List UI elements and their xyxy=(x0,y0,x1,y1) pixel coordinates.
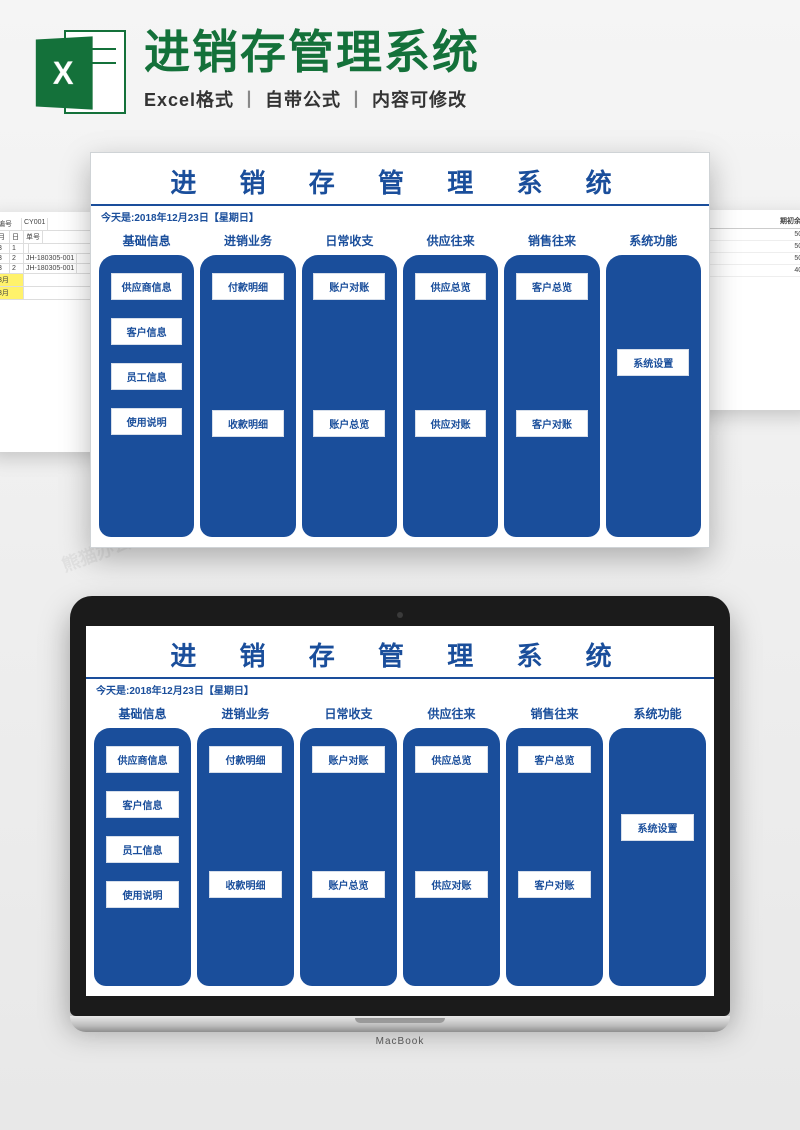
laptop-camera-icon xyxy=(397,612,403,618)
menu-column: 基础信息供应商信息客户信息员工信息使用说明 xyxy=(94,703,191,986)
menu-grid: 基础信息供应商信息客户信息员工信息使用说明进销业务付款明细收款明细日常收支账户对… xyxy=(86,703,714,996)
menu-button[interactable]: 系统设置 xyxy=(621,814,694,841)
menu-button[interactable]: 使用说明 xyxy=(111,408,183,435)
menu-column-panel: 供应总览供应对账 xyxy=(403,255,498,537)
menu-column: 供应往来供应总览供应对账 xyxy=(403,230,498,537)
menu-column: 进销业务付款明细收款明细 xyxy=(200,230,295,537)
menu-column-header: 进销业务 xyxy=(224,232,272,249)
menu-column: 系统功能系统设置 xyxy=(609,703,706,986)
menu-button[interactable]: 客户信息 xyxy=(106,791,179,818)
menu-button[interactable]: 客户总览 xyxy=(518,746,591,773)
sheet-title: 进 销 存 管 理 系 统 xyxy=(91,153,709,206)
menu-column: 日常收支账户对账账户总览 xyxy=(302,230,397,537)
laptop-mockup: 进 销 存 管 理 系 统 今天是:2018年12月23日【星期日】 基础信息供… xyxy=(70,596,730,1047)
menu-button[interactable]: 员工信息 xyxy=(111,363,183,390)
menu-button[interactable]: 使用说明 xyxy=(106,881,179,908)
menu-column-panel: 供应商信息客户信息员工信息使用说明 xyxy=(99,255,194,537)
menu-button[interactable]: 系统设置 xyxy=(617,349,689,376)
menu-button[interactable]: 供应商信息 xyxy=(106,746,179,773)
menu-column-panel: 供应商信息客户信息员工信息使用说明 xyxy=(94,728,191,986)
menu-button[interactable]: 供应对账 xyxy=(415,410,487,437)
main-spreadsheet-preview-laptop: 进 销 存 管 理 系 统 今天是:2018年12月23日【星期日】 基础信息供… xyxy=(86,626,714,996)
menu-column-header: 日常收支 xyxy=(325,232,373,249)
menu-column-header: 销售往来 xyxy=(528,232,576,249)
menu-column-panel: 系统设置 xyxy=(609,728,706,986)
laptop-brand-label: MacBook xyxy=(70,1036,730,1047)
menu-button[interactable]: 收款明细 xyxy=(212,410,284,437)
menu-column-panel: 系统设置 xyxy=(606,255,701,537)
menu-column-header: 基础信息 xyxy=(118,705,166,722)
excel-file-icon: X xyxy=(34,28,126,120)
menu-column: 供应往来供应总览供应对账 xyxy=(403,703,500,986)
menu-column: 销售往来客户总览客户对账 xyxy=(504,230,599,537)
menu-column-panel: 付款明细收款明细 xyxy=(200,255,295,537)
menu-column-header: 基础信息 xyxy=(123,232,171,249)
menu-button[interactable]: 员工信息 xyxy=(106,836,179,863)
hero-title: 进销存管理系统 xyxy=(144,28,766,76)
menu-button[interactable]: 账户总览 xyxy=(312,871,385,898)
menu-column: 基础信息供应商信息客户信息员工信息使用说明 xyxy=(99,230,194,537)
menu-column: 系统功能系统设置 xyxy=(606,230,701,537)
sheet-date-line: 今天是:2018年12月23日【星期日】 xyxy=(91,206,709,230)
menu-button[interactable]: 账户对账 xyxy=(312,746,385,773)
menu-column-panel: 客户总览客户对账 xyxy=(504,255,599,537)
menu-button[interactable]: 客户信息 xyxy=(111,318,183,345)
menu-column-header: 进销业务 xyxy=(221,705,269,722)
menu-column-header: 系统功能 xyxy=(629,232,677,249)
sheet-title: 进 销 存 管 理 系 统 xyxy=(86,626,714,679)
menu-column-panel: 账户对账账户总览 xyxy=(302,255,397,537)
main-spreadsheet-preview: 进 销 存 管 理 系 统 今天是:2018年12月23日【星期日】 基础信息供… xyxy=(90,152,710,548)
menu-column-header: 供应往来 xyxy=(427,705,475,722)
menu-column-panel: 账户对账账户总览 xyxy=(300,728,397,986)
menu-column: 销售往来客户总览客户对账 xyxy=(506,703,603,986)
sheet-date-line: 今天是:2018年12月23日【星期日】 xyxy=(86,679,714,703)
menu-column-panel: 付款明细收款明细 xyxy=(197,728,294,986)
menu-button[interactable]: 客户总览 xyxy=(516,273,588,300)
menu-button[interactable]: 供应总览 xyxy=(415,273,487,300)
hero-subtitle: Excel格式丨自带公式丨内容可修改 xyxy=(144,86,766,112)
menu-column: 进销业务付款明细收款明细 xyxy=(197,703,294,986)
laptop-base xyxy=(70,1016,730,1032)
menu-button[interactable]: 付款明细 xyxy=(209,746,282,773)
menu-button[interactable]: 客户对账 xyxy=(516,410,588,437)
menu-column-header: 系统功能 xyxy=(633,705,681,722)
hero-banner: X 进销存管理系统 Excel格式丨自带公式丨内容可修改 xyxy=(0,0,800,130)
menu-button[interactable]: 供应总览 xyxy=(415,746,488,773)
menu-button[interactable]: 客户对账 xyxy=(518,871,591,898)
menu-column-header: 供应往来 xyxy=(427,232,475,249)
menu-column-panel: 供应总览供应对账 xyxy=(403,728,500,986)
menu-button[interactable]: 供应商信息 xyxy=(111,273,183,300)
menu-button[interactable]: 账户对账 xyxy=(313,273,385,300)
menu-button[interactable]: 收款明细 xyxy=(209,871,282,898)
menu-column-panel: 客户总览客户对账 xyxy=(506,728,603,986)
menu-column-header: 销售往来 xyxy=(530,705,578,722)
menu-button[interactable]: 付款明细 xyxy=(212,273,284,300)
menu-column-header: 日常收支 xyxy=(324,705,372,722)
menu-button[interactable]: 供应对账 xyxy=(415,871,488,898)
menu-button[interactable]: 账户总览 xyxy=(313,410,385,437)
preview-stage-top: 编号CY001 月 日 单号 31 32JH-180305-001 32JH-1… xyxy=(30,152,770,552)
menu-grid: 基础信息供应商信息客户信息员工信息使用说明进销业务付款明细收款明细日常收支账户对… xyxy=(91,230,709,547)
menu-column: 日常收支账户对账账户总览 xyxy=(300,703,397,986)
